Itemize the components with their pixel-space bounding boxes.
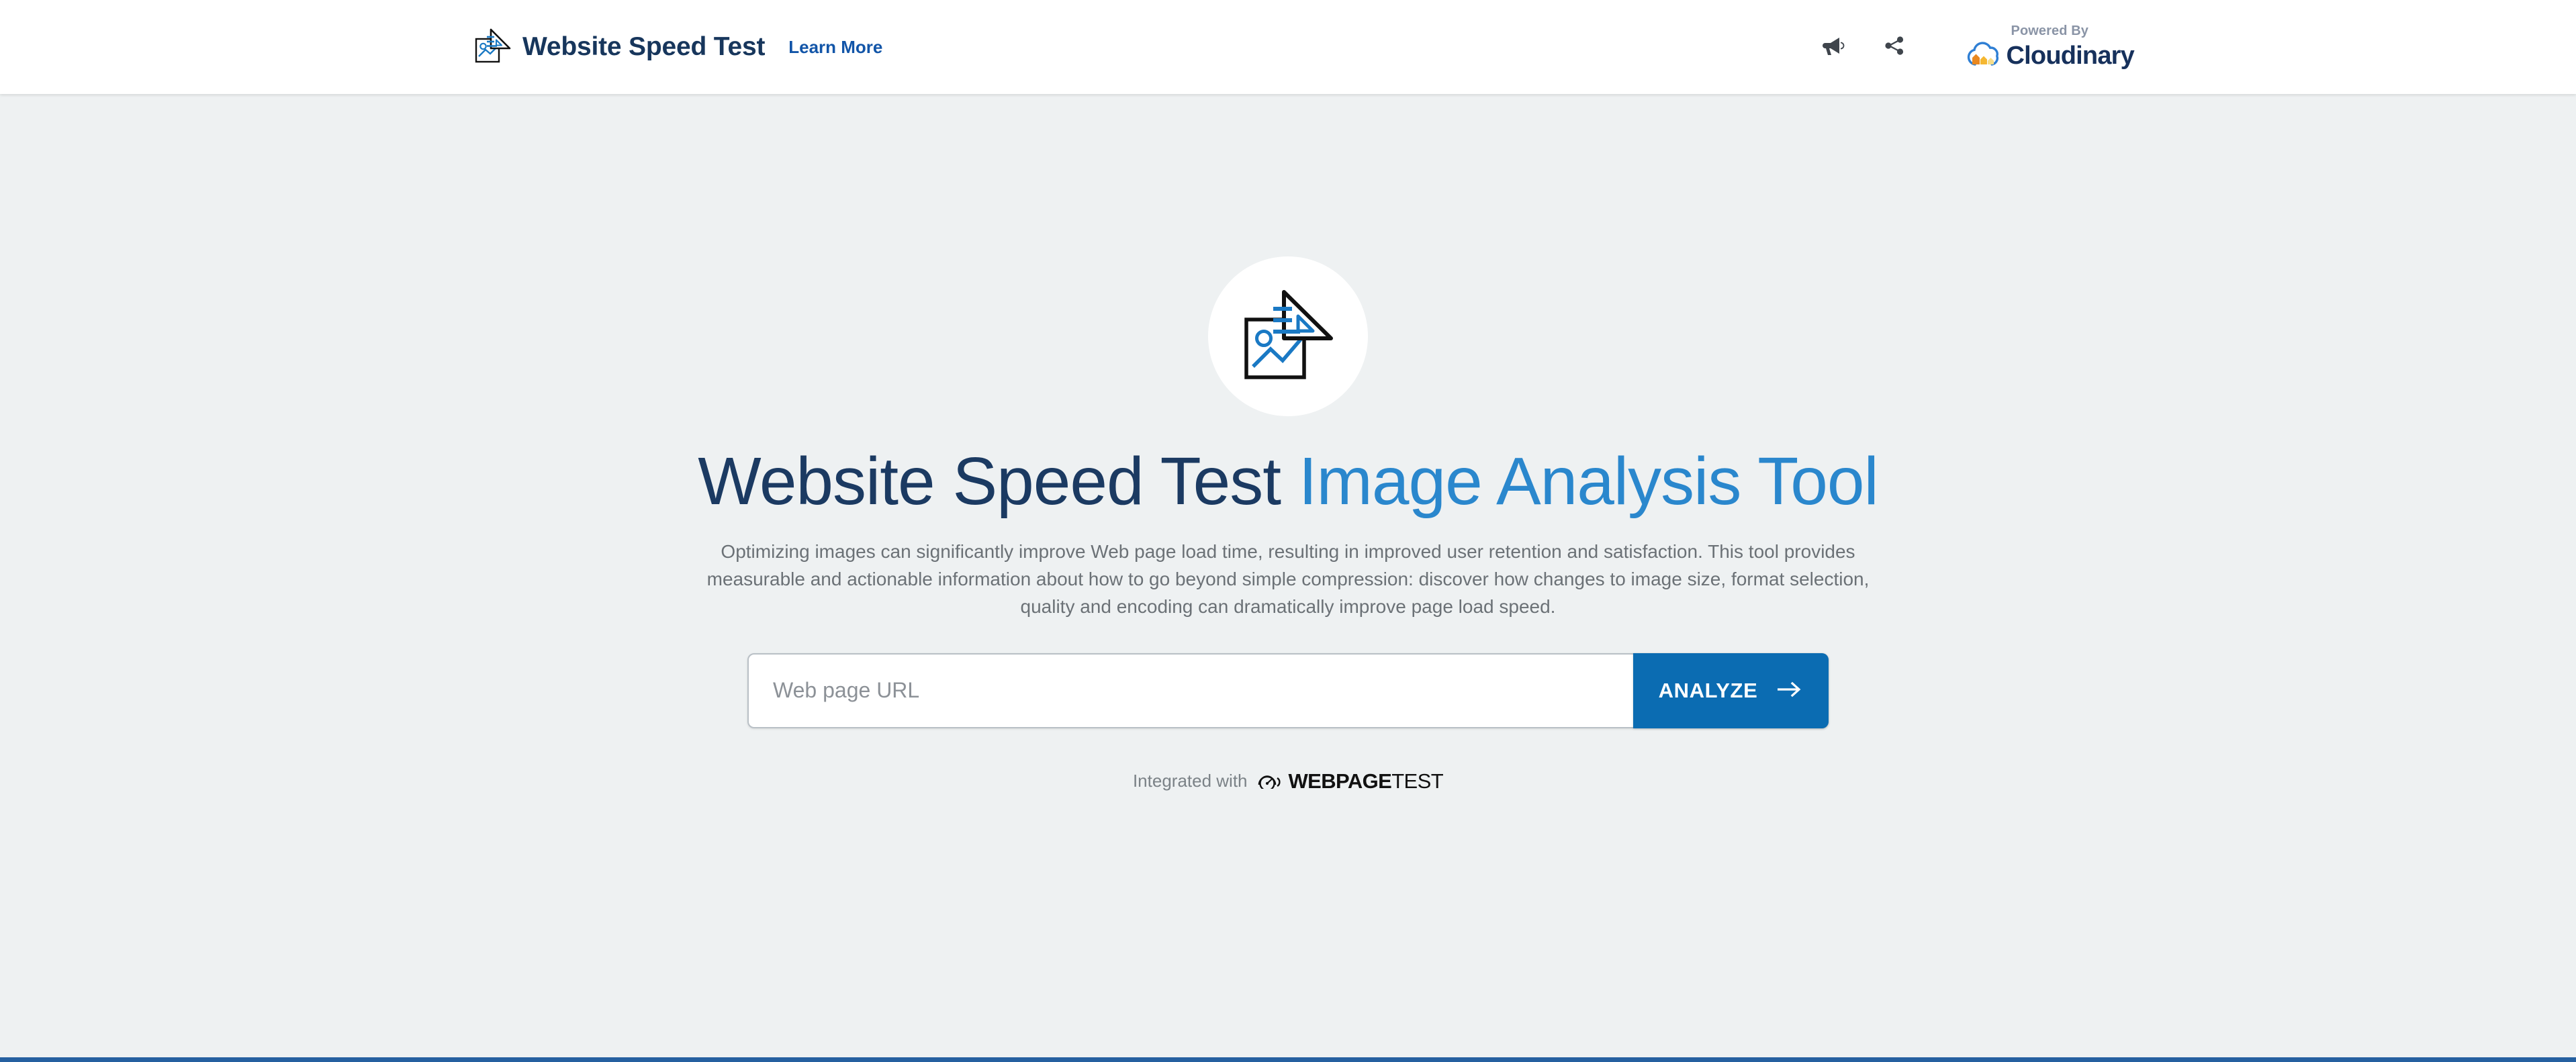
speedometer-gauge-icon — [1257, 770, 1283, 792]
learn-more-link[interactable]: Learn More — [788, 37, 882, 58]
arrow-right-icon — [1776, 679, 1803, 703]
megaphone-icon — [1822, 36, 1845, 59]
cloudinary-wordmark: Cloudinary — [2006, 41, 2135, 70]
webpagetest-wordmark-bold: WEBPAGE — [1288, 769, 1392, 793]
webpagetest-logo[interactable]: WEBPAGETEST — [1257, 770, 1444, 792]
header-actions-group: Powered By Cloudinary — [1815, 0, 2576, 94]
cloudinary-logo[interactable]: Powered By Cloudinary — [1966, 23, 2135, 70]
webpagetest-wordmark-regular: TEST — [1391, 769, 1444, 793]
cloudinary-cloud-bars-icon — [1966, 41, 2002, 70]
integrated-with-label: Integrated with — [1132, 770, 1248, 791]
cloudinary-lockup: Cloudinary — [1966, 41, 2135, 70]
bottom-accent-bar — [0, 1057, 2576, 1062]
hero-title-primary: Website Speed Test — [698, 444, 1281, 519]
webpagetest-wordmark: WEBPAGETEST — [1289, 771, 1444, 791]
analyze-button[interactable]: ANALYZE — [1633, 653, 1829, 728]
analyze-button-label: ANALYZE — [1658, 678, 1758, 702]
hero-title-secondary: Image Analysis Tool — [1280, 444, 1879, 519]
image-analysis-logo-icon — [1241, 288, 1335, 385]
image-analysis-logo-icon — [474, 28, 512, 66]
hero-title: Website Speed Test Image Analysis Tool — [698, 444, 1879, 519]
share-button[interactable] — [1876, 28, 1913, 66]
megaphone-button[interactable] — [1815, 28, 1853, 66]
main-content: Website Speed Test Image Analysis Tool O… — [0, 94, 2576, 1057]
hero-description: Optimizing images can significantly impr… — [706, 541, 1870, 617]
integration-credit: Integrated with WEBPAGETEST — [1132, 770, 1444, 792]
search-input[interactable] — [749, 654, 1633, 727]
page-title: Website Speed Test — [522, 32, 766, 61]
app-header: Website Speed Test Learn More Powered By… — [0, 0, 2576, 94]
header-brand-group: Website Speed Test Learn More — [474, 0, 882, 94]
powered-by-label: Powered By — [2011, 23, 2088, 38]
hero-logo-badge — [1208, 256, 1368, 416]
share-icon — [1884, 36, 1904, 59]
url-search-bar: ANALYZE — [747, 653, 1829, 728]
